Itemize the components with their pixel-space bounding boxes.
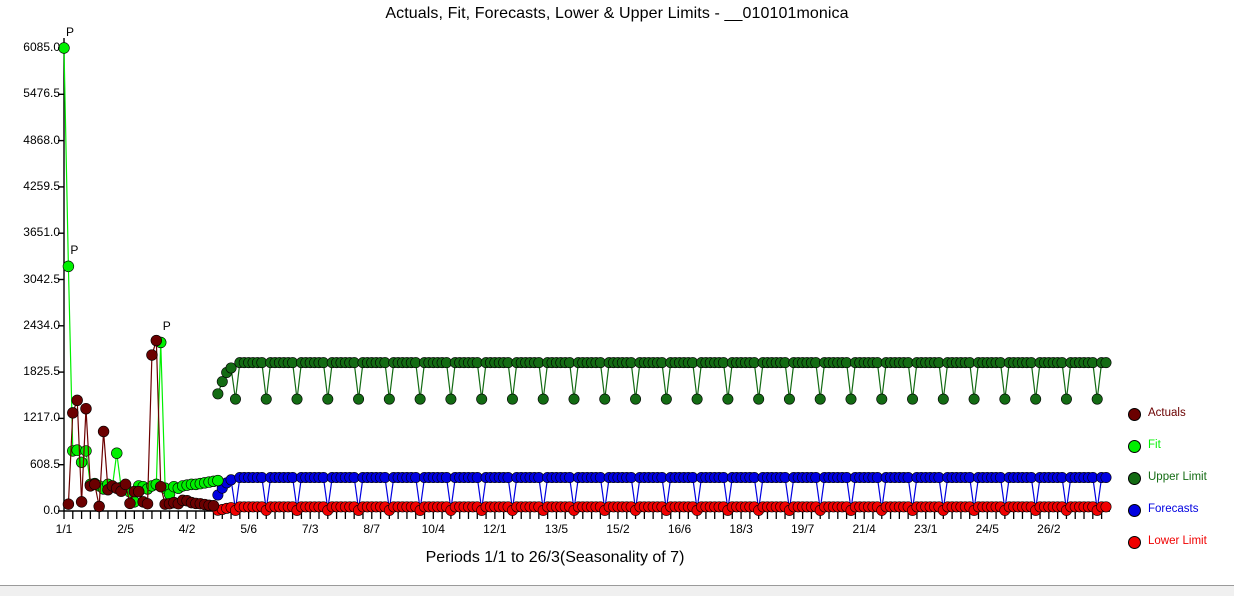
series-lower-limit	[212, 501, 1112, 516]
peak-marker-label: P	[70, 243, 79, 258]
legend-item-label: Lower Limit	[1148, 535, 1207, 548]
bottom-strip	[0, 586, 1234, 596]
legend-item-label: Forecasts	[1148, 503, 1199, 516]
legend-item-upper-limit[interactable]: Upper Limit	[1128, 462, 1234, 494]
legend-marker-icon	[1128, 407, 1141, 421]
x-axis-tick-label: 5/6	[240, 522, 257, 536]
peak-marker-label: P	[66, 25, 75, 39]
x-axis-tick-label: 24/5	[975, 522, 999, 536]
legend-item-label: Actuals	[1148, 407, 1186, 420]
plot-area	[58, 38, 1112, 519]
legend-item-actuals[interactable]: Actuals	[1128, 398, 1234, 430]
y-axis-tick-label: 1825.5	[23, 364, 60, 379]
series-upper-limit	[212, 357, 1112, 405]
legend-item-label: Upper Limit	[1148, 471, 1207, 484]
y-axis-tick-label: 1217.0	[23, 410, 60, 425]
y-axis-tick-label: 4868.0	[23, 132, 60, 147]
legend-item-fit[interactable]: Fit	[1128, 430, 1234, 462]
chart-legend: Actuals Fit Upper Limit Forecasts Lower Limi…	[1128, 398, 1234, 558]
x-axis-tick-label: 2/5	[117, 522, 134, 536]
chart-container: Actuals, Fit, Forecasts, Lower & Upper L…	[0, 0, 1234, 596]
x-axis-tick-label: 1/1	[55, 522, 73, 536]
x-axis-tick-label: 26/2	[1037, 522, 1061, 536]
x-axis-tick-label: 10/4	[421, 522, 445, 536]
legend-item-lower-limit[interactable]: Lower Limit	[1128, 526, 1234, 558]
y-axis-tick-label: 2434.0	[23, 317, 60, 332]
legend-marker-icon	[1128, 535, 1141, 549]
legend-marker-icon	[1128, 503, 1141, 517]
legend-marker-icon	[1128, 471, 1141, 485]
x-axis-tick-label: 4/2	[178, 522, 196, 536]
y-axis-tick-label: 608.5	[29, 456, 60, 471]
x-axis-tick-label: 12/1	[483, 522, 507, 536]
x-axis-tick-label: 13/5	[544, 522, 569, 536]
x-axis-tick-label: 8/7	[363, 522, 381, 536]
y-axis-tick-label: 3651.0	[23, 225, 60, 240]
legend-item-label: Fit	[1148, 439, 1161, 452]
x-axis-tick-label: 19/7	[790, 522, 815, 536]
x-axis-tick-label: 21/4	[852, 522, 876, 536]
y-axis-tick-label: 4259.5	[23, 178, 60, 193]
series-fit	[58, 42, 224, 508]
x-axis-tick-label: 7/3	[301, 522, 319, 536]
y-axis-tick-label: 5476.5	[23, 86, 60, 101]
x-axis-tick-label: 23/1	[914, 522, 938, 536]
y-axis-tick-label: 0.0	[43, 503, 60, 517]
x-axis-title: Periods 1/1 to 26/3(Seasonality of 7)	[425, 549, 685, 566]
legend-marker-icon	[1128, 439, 1141, 453]
y-axis-tick-label: 6085.0	[23, 40, 60, 54]
x-axis-tick-label: 15/2	[606, 522, 630, 536]
legend-item-forecasts[interactable]: Forecasts	[1128, 494, 1234, 526]
x-axis-tick-label: 18/3	[729, 522, 753, 536]
axis-lines	[63, 38, 1110, 512]
peak-marker-label: P	[162, 319, 171, 334]
y-axis-tick-label: 3042.5	[23, 271, 60, 286]
x-axis-tick-label: 16/6	[667, 522, 692, 536]
